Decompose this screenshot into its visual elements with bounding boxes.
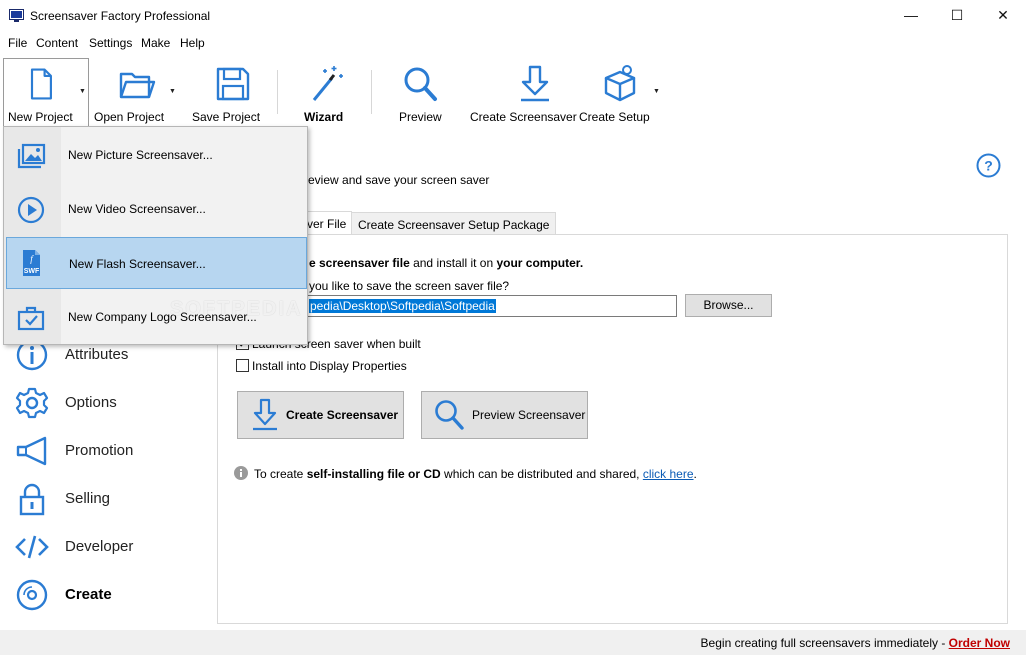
wizard-button[interactable]: Wizard <box>300 54 348 128</box>
new-project-label: New Project <box>8 110 73 124</box>
svg-text:SWF: SWF <box>24 268 40 275</box>
menu-item-label: New Flash Screensaver... <box>69 257 206 271</box>
toolbar: New Project ▼ Open Project ▼ Save Projec… <box>0 54 1026 128</box>
status-message: Begin creating full screensavers immedia… <box>700 636 949 650</box>
sidebar-item-label: Selling <box>65 490 111 507</box>
create-setup-label: Create Setup <box>579 110 650 124</box>
menu-file[interactable]: File <box>8 36 27 50</box>
wizard-label: Wizard <box>304 110 344 124</box>
toolbar-separator <box>277 70 278 114</box>
preview-label: Preview <box>399 110 442 124</box>
heading-bold-part: e screensaver file <box>309 256 410 270</box>
menu-item-label: New Picture Screensaver... <box>68 148 213 162</box>
save-location-question: you like to save the screen saver file? <box>309 279 510 293</box>
browse-button[interactable]: Browse... <box>685 294 772 317</box>
setup-info-line: To create self-installing file or CD whi… <box>234 464 697 481</box>
new-file-icon <box>30 68 52 100</box>
create-screensaver-action-label: Create Screensaver <box>286 408 399 422</box>
info-icon <box>234 466 248 480</box>
status-bar: Begin creating full screensavers immedia… <box>0 630 1026 655</box>
create-screensaver-label: Create Screensaver <box>470 110 577 124</box>
preview-button[interactable]: Preview <box>398 54 442 128</box>
save-path-input[interactable]: pedia\Desktop\Softpedia\Softpedia <box>300 295 677 317</box>
new-project-dropdown-arrow[interactable]: ▼ <box>79 88 86 95</box>
code-icon <box>15 535 49 559</box>
panel-heading: e screensaver file and install it on you… <box>309 256 583 270</box>
click-here-link[interactable]: click here <box>643 467 694 481</box>
sidebar-item-label: Create <box>65 586 112 603</box>
sidebar-item-label: Promotion <box>65 442 134 459</box>
tab-setup-package[interactable]: Create Screensaver Setup Package <box>351 212 557 235</box>
title-bar: Screensaver Factory Professional — ☐ ✕ <box>0 0 1026 32</box>
install-label: Install into Display Properties <box>252 359 407 373</box>
install-checkbox[interactable] <box>236 359 249 372</box>
sidebar-item-create[interactable]: Create <box>15 576 210 616</box>
sidebar-item-developer[interactable]: Developer <box>15 528 210 568</box>
page-description: eview and save your screen saver <box>308 173 490 187</box>
gear-icon <box>15 387 49 419</box>
create-screensaver-action-button[interactable]: Create Screensaver <box>237 391 404 439</box>
menu-help[interactable]: Help <box>180 36 205 50</box>
magnifier-icon <box>404 67 437 101</box>
menu-item-new-video[interactable]: New Video Screensaver... <box>6 183 307 235</box>
download-arrow-icon <box>521 65 549 102</box>
maximize-button[interactable]: ☐ <box>934 0 980 30</box>
menu-bar: File Content Settings Make Help <box>0 32 1026 54</box>
sidebar-item-label: Options <box>65 394 117 411</box>
floppy-disk-icon <box>216 67 250 101</box>
menu-item-new-picture[interactable]: New Picture Screensaver... <box>6 129 307 181</box>
sidebar-item-label: Attributes <box>65 346 129 363</box>
save-project-button[interactable]: Save Project <box>192 54 260 128</box>
sidebar-item-label: Developer <box>65 538 134 555</box>
info-bold: self-installing file or CD <box>306 467 441 481</box>
megaphone-icon <box>16 436 47 466</box>
help-icon[interactable]: ? <box>976 153 1001 178</box>
picture-icon <box>17 143 46 169</box>
order-now-link[interactable]: Order Now <box>949 636 1010 650</box>
heading-mid-part: and install it on <box>409 256 497 270</box>
menu-content[interactable]: Content <box>36 36 78 50</box>
menu-make[interactable]: Make <box>141 36 170 50</box>
sidebar-item-selling[interactable]: Selling <box>15 480 210 520</box>
briefcase-icon <box>17 306 45 331</box>
sidebar-item-options[interactable]: Options <box>15 384 210 424</box>
menu-item-label: New Video Screensaver... <box>68 202 206 216</box>
status-text: Begin creating full screensavers immedia… <box>701 636 1010 650</box>
sidebar-item-promotion[interactable]: Promotion <box>15 432 210 472</box>
info-prefix: To create <box>254 467 307 481</box>
softpedia-watermark: SOFTPEDIA <box>170 298 303 320</box>
create-setup-button[interactable]: Create Setup <box>579 54 650 128</box>
save-project-label: Save Project <box>192 110 261 124</box>
folder-icon <box>119 72 156 99</box>
info-mid: which can be distributed and shared, <box>440 467 643 481</box>
heading-bold-part: your computer. <box>496 256 584 270</box>
minimize-button[interactable]: — <box>888 0 934 30</box>
svg-text:?: ? <box>984 158 993 174</box>
menu-settings[interactable]: Settings <box>89 36 132 50</box>
package-box-icon <box>604 65 636 102</box>
video-play-icon <box>17 196 45 224</box>
magic-wand-icon <box>312 66 343 101</box>
open-project-button[interactable]: Open Project <box>94 54 166 128</box>
close-button[interactable]: ✕ <box>980 0 1026 30</box>
disc-icon <box>16 579 48 611</box>
open-project-dropdown-arrow[interactable]: ▼ <box>169 88 176 95</box>
download-arrow-icon <box>253 398 277 431</box>
save-path-value: pedia\Desktop\Softpedia\Softpedia <box>309 299 496 313</box>
create-screensaver-button[interactable]: Create Screensaver <box>470 54 577 128</box>
flash-swf-icon: f SWF <box>23 250 40 276</box>
preview-screensaver-button[interactable]: Preview Screensaver <box>421 391 588 439</box>
window-title: Screensaver Factory Professional <box>30 9 211 23</box>
open-project-label: Open Project <box>94 110 165 124</box>
preview-screensaver-label: Preview Screensaver <box>472 408 586 422</box>
magnifier-icon <box>435 400 464 430</box>
toolbar-separator <box>371 70 372 114</box>
new-project-button[interactable]: New Project <box>8 54 74 128</box>
lock-icon <box>19 483 45 516</box>
app-icon <box>9 9 24 22</box>
info-end: . <box>693 467 697 481</box>
menu-item-new-flash[interactable]: f SWF New Flash Screensaver... <box>6 237 307 289</box>
create-setup-dropdown-arrow[interactable]: ▼ <box>653 88 660 95</box>
